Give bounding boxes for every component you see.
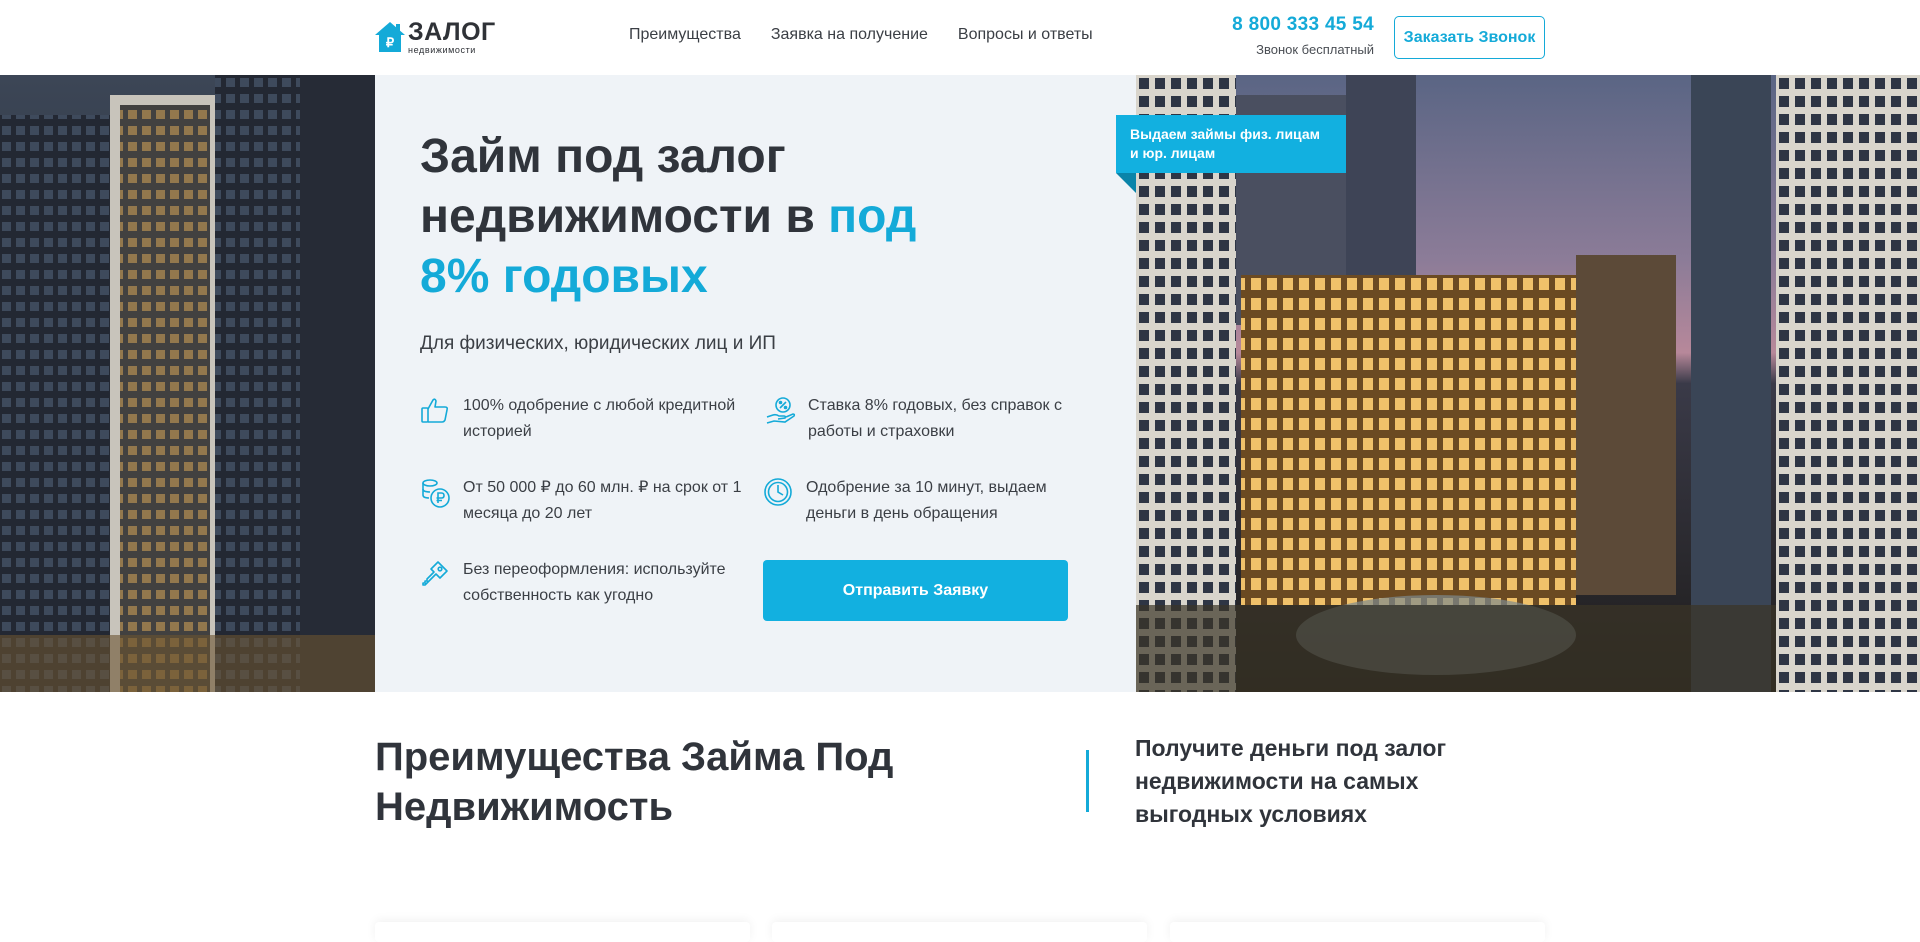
percent-hand-icon — [765, 395, 797, 427]
feature-item: Одобрение за 10 минут, выдаем деньги в д… — [763, 475, 1093, 527]
feature-text: От 50 000 ₽ до 60 млн. ₽ на срок от 1 ме… — [463, 479, 742, 522]
logo[interactable]: ₽ ЗАЛОГ недвижимости — [374, 18, 504, 56]
thumbs-up-icon — [420, 395, 452, 427]
feature-text: Одобрение за 10 минут, выдаем деньги в д… — [806, 479, 1047, 522]
order-call-button[interactable]: Заказать Звонок — [1394, 16, 1545, 59]
hero-title-main: Займ под залог недвижимости в — [420, 130, 829, 243]
phone-number[interactable]: 8 800 333 45 54 — [1232, 14, 1374, 36]
phone-block: 8 800 333 45 54 Звонок бесплатный — [1232, 14, 1374, 57]
nav-link-faq[interactable]: Вопросы и ответы — [958, 26, 1093, 44]
key-icon — [420, 559, 452, 591]
feature-item: Без переоформления: используйте собствен… — [420, 557, 745, 609]
logo-title: ЗАЛОГ — [408, 17, 496, 46]
advantages-note: Получите деньги под залог недвижимости н… — [1135, 735, 1447, 827]
feature-item: От 50 000 ₽ до 60 млн. ₽ на срок от 1 ме… — [420, 475, 745, 527]
logo-subtitle: недвижимости — [408, 44, 476, 55]
house-icon: ₽ — [374, 20, 406, 54]
site-header: ₽ ЗАЛОГ недвижимости Преимущества Заявка… — [0, 0, 1920, 75]
hero-photo-left — [0, 75, 375, 692]
coins-ruble-icon — [420, 477, 452, 509]
feature-text: 100% одобрение с любой кредитной историе… — [463, 397, 736, 440]
advantage-card — [772, 922, 1147, 942]
hero-subtitle: Для физических, юридических лиц и ИП — [420, 333, 776, 354]
ribbon-badge: Выдаем займы физ. лицам и юр. лицам — [1116, 115, 1346, 173]
advantages-title: Преимущества Займа Под Недвижимость — [375, 735, 894, 829]
section-divider — [1086, 750, 1089, 812]
ribbon-fold — [1116, 173, 1136, 193]
feature-item: 100% одобрение с любой кредитной историе… — [420, 393, 745, 445]
hero-panel: Займ под залог недвижимости в под 8% год… — [375, 75, 1136, 692]
nav-link-advantages[interactable]: Преимущества — [629, 26, 741, 44]
advantage-card — [1170, 922, 1545, 942]
submit-application-button[interactable]: Отправить Заявку — [763, 560, 1068, 621]
feature-item: Ставка 8% годовых, без справок с работы … — [765, 393, 1095, 445]
hero-title: Займ под залог недвижимости в под 8% год… — [420, 127, 940, 307]
main-nav: Преимущества Заявка на получение Вопросы… — [629, 26, 1093, 44]
nav-link-application[interactable]: Заявка на получение — [771, 26, 928, 44]
feature-text: Без переоформления: используйте собствен… — [463, 561, 726, 604]
clock-icon — [763, 477, 795, 509]
feature-text: Ставка 8% годовых, без справок с работы … — [808, 397, 1062, 440]
svg-text:₽: ₽ — [386, 35, 395, 50]
phone-note: Звонок бесплатный — [1256, 42, 1374, 57]
hero-section: Займ под залог недвижимости в под 8% год… — [0, 75, 1920, 692]
advantage-card — [375, 922, 750, 942]
